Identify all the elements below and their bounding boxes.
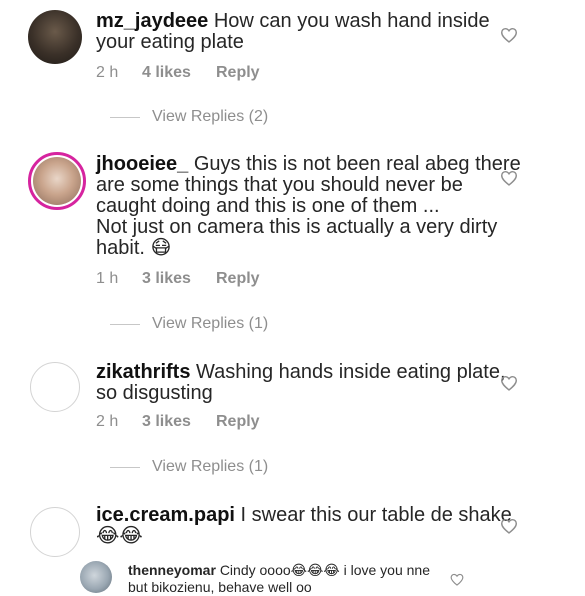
comment-username[interactable]: mz_jaydeee (96, 10, 208, 32)
comment-body-line: habit. 😷 (96, 237, 172, 259)
comment-likes[interactable]: 3 likes (142, 413, 216, 431)
divider-line (110, 323, 140, 325)
comment-body-line: Not just on camera this is actually a ve… (96, 216, 498, 238)
comment-likes[interactable]: 3 likes (142, 270, 216, 288)
comment-meta: 2 h 4 likes Reply (96, 64, 260, 82)
comment-body-line: Guys this is not been real abeg there (193, 153, 521, 175)
heart-outline-icon[interactable] (500, 170, 518, 186)
reply-button[interactable]: Reply (216, 64, 260, 82)
heart-outline-icon[interactable] (500, 27, 518, 43)
reply-item: thenneyomar Cindy oooo😂😂😂 i love you nne… (0, 555, 585, 596)
comment-time: 1 h (96, 270, 119, 287)
reply-button[interactable]: Reply (216, 413, 260, 431)
comment-username[interactable]: jhooeiee_ (96, 153, 188, 175)
user-avatar-icon[interactable] (30, 507, 80, 557)
user-avatar-icon[interactable] (28, 152, 86, 210)
comment-username[interactable]: ice.cream.papi (96, 504, 235, 526)
reply-body-line: but bikozienu, behave well oo (128, 579, 312, 595)
comment-text: jhooeiee_ Guys this is not been real abe… (96, 154, 526, 259)
view-replies-label[interactable]: View Replies (1) (152, 315, 268, 333)
reply-username[interactable]: thenneyomar (128, 562, 216, 578)
divider-line (110, 466, 140, 468)
comment-text: mz_jaydeee How can you wash hand inside … (96, 11, 526, 53)
comment-body-line: so disgusting (96, 382, 213, 404)
comment-time: 2 h (96, 64, 119, 81)
comment-item: jhooeiee_ Guys this is not been real abe… (0, 140, 585, 340)
heart-outline-icon[interactable] (450, 573, 464, 586)
heart-outline-icon[interactable] (500, 518, 518, 534)
comment-body-line: Washing hands inside eating plate, (196, 361, 506, 383)
divider-line (110, 116, 140, 118)
comment-text: ice.cream.papi I swear this our table de… (96, 505, 526, 547)
comment-likes[interactable]: 4 likes (142, 64, 216, 82)
user-avatar-icon[interactable] (80, 561, 112, 593)
comment-time: 2 h (96, 413, 119, 430)
comment-body-line: caught doing and this is one of them ... (96, 195, 440, 217)
comment-body-line: How can you wash hand inside (213, 10, 490, 32)
comment-item: zikathrifts Washing hands inside eating … (0, 340, 585, 485)
comment-meta: 2 h 3 likes Reply (96, 413, 260, 431)
reply-text: thenneyomar Cindy oooo😂😂😂 i love you nne… (128, 562, 448, 596)
avatar-image (33, 157, 81, 205)
comment-item: mz_jaydeee How can you wash hand inside … (0, 0, 585, 140)
reply-body-line: Cindy oooo😂😂😂 i love you nne (219, 562, 430, 578)
comment-text: zikathrifts Washing hands inside eating … (96, 362, 526, 404)
user-avatar-icon[interactable] (30, 362, 80, 412)
comment-body-line: your eating plate (96, 31, 244, 53)
comment-body-line: are some things that you should never be (96, 174, 463, 196)
view-replies-button[interactable]: View Replies (1) (110, 458, 268, 476)
comment-item: ice.cream.papi I swear this our table de… (0, 485, 585, 557)
reply-button[interactable]: Reply (216, 270, 260, 288)
user-avatar-icon[interactable] (28, 10, 82, 64)
view-replies-button[interactable]: View Replies (2) (110, 108, 268, 126)
comment-body-line: I swear this our table de shake (240, 504, 512, 526)
comment-username[interactable]: zikathrifts (96, 361, 190, 383)
view-replies-label[interactable]: View Replies (2) (152, 108, 268, 126)
view-replies-button[interactable]: View Replies (1) (110, 315, 268, 333)
view-replies-label[interactable]: View Replies (1) (152, 458, 268, 476)
heart-outline-icon[interactable] (500, 375, 518, 391)
comment-body-line: 😂😂 (96, 525, 143, 547)
comment-meta: 1 h 3 likes Reply (96, 270, 260, 288)
